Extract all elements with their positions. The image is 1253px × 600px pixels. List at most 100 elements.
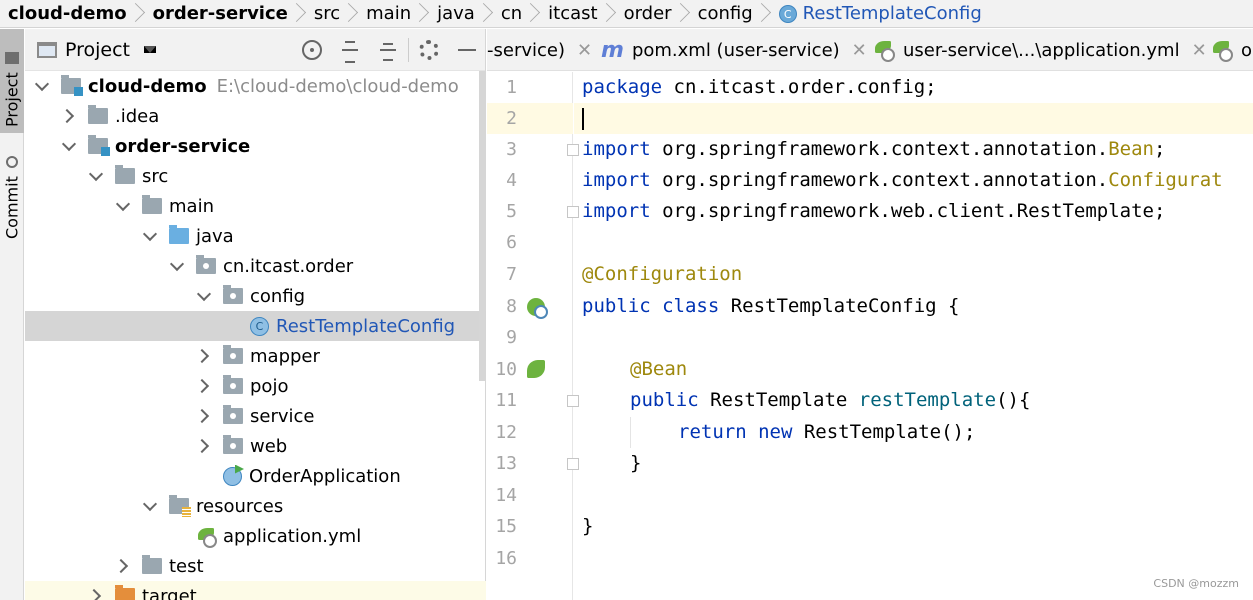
breadcrumb-item[interactable]: src: [314, 3, 340, 24]
tree-item-resources[interactable]: resources: [25, 491, 486, 521]
tree-item-resttemplateconfig[interactable]: C RestTemplateConfig: [25, 311, 486, 341]
tree-item-target[interactable]: target: [25, 581, 486, 600]
code-line: public class RestTemplateConfig {: [574, 291, 1253, 322]
breadcrumb-item[interactable]: config: [698, 3, 753, 24]
breadcrumb-item-current[interactable]: RestTemplateConfig: [803, 3, 982, 24]
chevron-down-icon[interactable]: [170, 259, 184, 273]
code-area[interactable]: package cn.itcast.order.config; import o…: [574, 72, 1253, 600]
chevron-right-icon: [133, 0, 147, 27]
tree-item-pojo[interactable]: pojo: [25, 371, 486, 401]
tree-item-service[interactable]: service: [25, 401, 486, 431]
editor-tab[interactable]: user-service\...\application.yml ✕: [873, 29, 1207, 70]
keyword: import: [582, 138, 651, 160]
editor-tab[interactable]: o: [1211, 29, 1252, 70]
package-icon: [196, 255, 216, 274]
collapse-all-icon[interactable]: [378, 40, 398, 61]
chevron-right-icon[interactable]: [62, 109, 76, 123]
tree-item-mapper[interactable]: mapper: [25, 341, 486, 371]
chevron-down-icon[interactable]: [144, 46, 157, 53]
tree-item-java[interactable]: java: [25, 221, 486, 251]
tree-item-order-service[interactable]: order-service: [25, 131, 486, 161]
tree-item-label: order-service: [115, 135, 251, 157]
code-text: cn.itcast.order.config;: [662, 76, 937, 98]
tree-item-label: resources: [196, 495, 284, 517]
chevron-down-icon[interactable]: [35, 79, 49, 93]
maven-icon: m: [601, 37, 624, 63]
chevron-right-icon[interactable]: [197, 409, 211, 423]
chevron-down-icon[interactable]: [143, 499, 157, 513]
package-icon: [223, 375, 243, 394]
tree-item-test[interactable]: test: [25, 551, 486, 581]
tree-item-web[interactable]: web: [25, 431, 486, 461]
locate-icon[interactable]: [302, 40, 322, 60]
tree-item-label: config: [250, 285, 306, 307]
tree-scrollbar[interactable]: [479, 71, 485, 381]
project-panel-title[interactable]: Project: [65, 39, 130, 61]
project-tool-tab[interactable]: Project: [0, 29, 24, 133]
code-line-current: [574, 103, 1253, 134]
toolbar-divider: [408, 38, 409, 62]
close-icon[interactable]: ✕: [577, 40, 592, 61]
tree-item-label: service: [250, 405, 315, 427]
code-line: public RestTemplate restTemplate(){: [574, 385, 1253, 416]
editor-tab[interactable]: m pom.xml (user-service) ✕: [601, 29, 867, 70]
breadcrumb-item[interactable]: cn: [501, 3, 522, 24]
tree-item-orderapplication[interactable]: OrderApplication: [25, 461, 486, 491]
class-icon: C: [250, 316, 269, 336]
spring-config-gutter-icon[interactable]: [527, 298, 548, 319]
tree-item-main[interactable]: main: [25, 191, 486, 221]
editor-tab[interactable]: -service) ✕: [487, 29, 592, 70]
line-number: 4: [506, 170, 517, 191]
tool-window-stripe: Project Commit: [0, 29, 24, 600]
chevron-right-icon: [604, 0, 618, 27]
chevron-down-icon[interactable]: [89, 169, 103, 183]
commit-tool-tab[interactable]: Commit: [0, 145, 24, 245]
chevron-right-icon[interactable]: [197, 439, 211, 453]
chevron-down-icon[interactable]: [62, 139, 76, 153]
code-line: import org.springframework.context.annot…: [574, 134, 1253, 165]
tree-item-package[interactable]: cn.itcast.order: [25, 251, 486, 281]
chevron-right-icon: [678, 0, 692, 27]
keyword: return new: [678, 421, 793, 443]
excluded-folder-icon: [115, 585, 135, 600]
keyword: import: [582, 169, 651, 191]
chevron-right-icon[interactable]: [197, 349, 211, 363]
close-icon[interactable]: ✕: [1192, 40, 1207, 61]
chevron-right-icon[interactable]: [116, 559, 130, 573]
tree-item-config[interactable]: config: [25, 281, 486, 311]
breadcrumb-item[interactable]: order: [624, 3, 672, 24]
breadcrumb-item[interactable]: itcast: [548, 3, 597, 24]
breadcrumb-item[interactable]: main: [366, 3, 411, 24]
tree-item-label: web: [250, 435, 288, 457]
breadcrumb-item[interactable]: java: [437, 3, 475, 24]
tree-item-src[interactable]: src: [25, 161, 486, 191]
tree-item-idea[interactable]: .idea: [25, 101, 486, 131]
chevron-right-icon[interactable]: [197, 379, 211, 393]
tree-item-application-yml[interactable]: application.yml: [25, 521, 486, 551]
hide-icon[interactable]: [457, 40, 477, 60]
breadcrumb-item[interactable]: cloud-demo: [8, 3, 127, 24]
line-number: 3: [506, 139, 517, 160]
source-folder-icon: [169, 225, 189, 244]
code-text: ;: [1153, 138, 1166, 160]
annotation-ref: Configurat: [1108, 169, 1223, 191]
module-icon: [88, 135, 110, 156]
spring-yml-icon: [1211, 41, 1233, 62]
annotation-ref: Bean: [1108, 138, 1154, 160]
chevron-right-icon[interactable]: [89, 589, 103, 600]
line-number: 11: [495, 390, 517, 411]
chevron-down-icon[interactable]: [197, 289, 211, 303]
tree-item-cloud-demo[interactable]: cloud-demo E:\cloud-demo\cloud-demo: [25, 71, 486, 101]
expand-all-icon[interactable]: [340, 40, 360, 63]
code-line: }: [574, 448, 1253, 479]
close-icon[interactable]: ✕: [852, 40, 867, 61]
breadcrumb-item[interactable]: order-service: [153, 3, 288, 24]
code-text: RestTemplate();: [792, 421, 976, 443]
chevron-down-icon[interactable]: [116, 199, 130, 213]
gear-icon[interactable]: [419, 40, 439, 60]
spring-bean-gutter-icon[interactable]: [527, 360, 545, 378]
chevron-right-icon: [346, 0, 360, 27]
chevron-down-icon[interactable]: [143, 229, 157, 243]
tree-item-label: cn.itcast.order: [223, 255, 354, 277]
line-number: 6: [506, 232, 517, 253]
